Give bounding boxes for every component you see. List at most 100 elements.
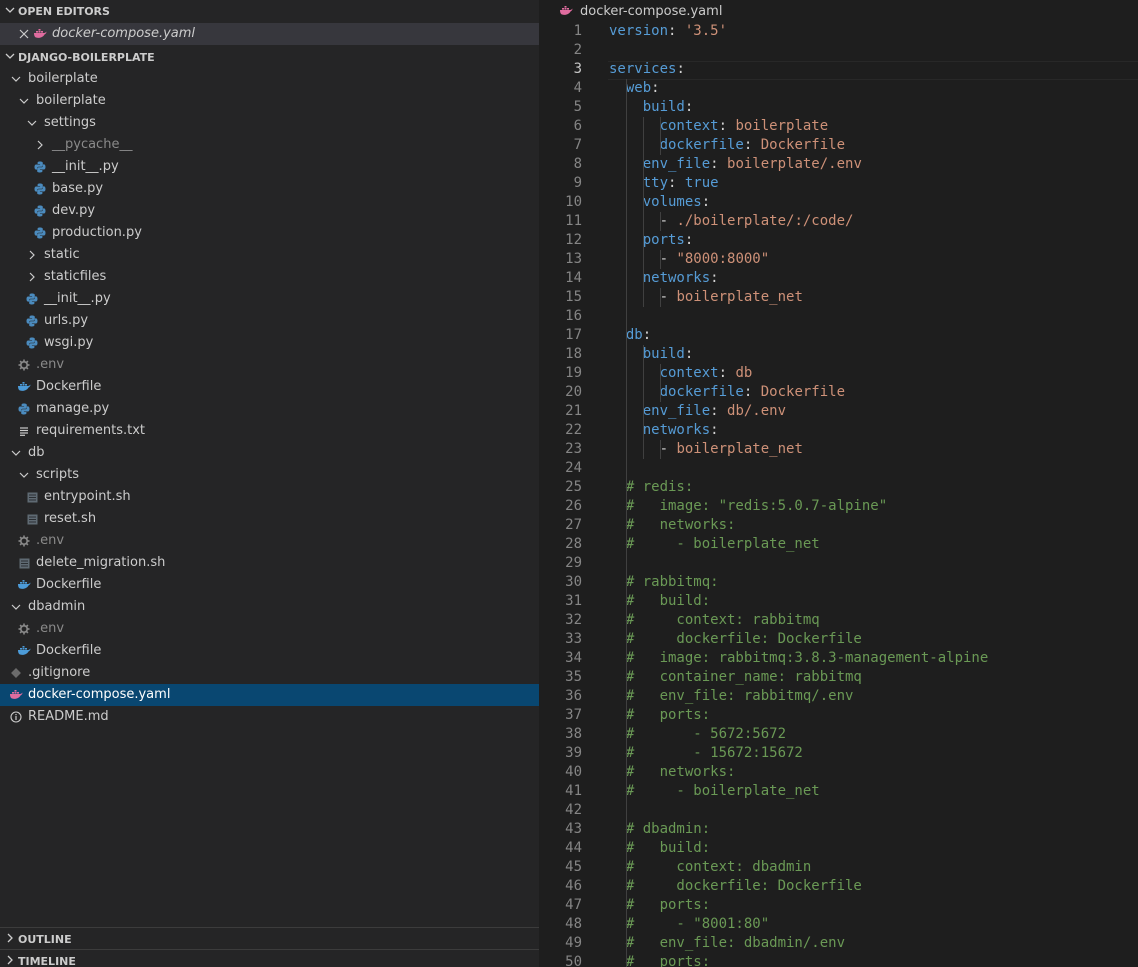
code-line[interactable]: 25 # redis:: [540, 478, 1138, 497]
code-line[interactable]: 29: [540, 554, 1138, 573]
code-line[interactable]: 22 networks:: [540, 421, 1138, 440]
code-line[interactable]: 16: [540, 307, 1138, 326]
timeline-header[interactable]: TIMELINE: [0, 950, 539, 967]
code-line[interactable]: 33 # dockerfile: Dockerfile: [540, 630, 1138, 649]
code-line[interactable]: 37 # ports:: [540, 706, 1138, 725]
file-env[interactable]: .env: [0, 618, 539, 640]
close-icon[interactable]: [16, 23, 32, 45]
file-env[interactable]: .env: [0, 530, 539, 552]
code-line[interactable]: 44 # build:: [540, 839, 1138, 858]
code-line[interactable]: 49 # env_file: dbadmin/.env: [540, 934, 1138, 953]
code-line[interactable]: 14 networks:: [540, 269, 1138, 288]
file-init-py[interactable]: __init__.py: [0, 156, 539, 178]
code-line[interactable]: 48 # - "8001:80": [540, 915, 1138, 934]
code-token: # - 5672:5672: [609, 726, 787, 742]
code-line[interactable]: 31 # build:: [540, 592, 1138, 611]
code-line[interactable]: 18 build:: [540, 345, 1138, 364]
file-dockerfile[interactable]: Dockerfile: [0, 640, 539, 662]
code-line[interactable]: 8 env_file: boilerplate/.env: [540, 155, 1138, 174]
tree-item-label: production.py: [52, 225, 142, 240]
code-line[interactable]: 35 # container_name: rabbitmq: [540, 668, 1138, 687]
file-env[interactable]: .env: [0, 354, 539, 376]
chevron-down-icon[interactable]: [8, 68, 24, 90]
code-line[interactable]: 10 volumes:: [540, 193, 1138, 212]
code-token: :: [684, 346, 694, 362]
chevron-down-icon[interactable]: [16, 90, 32, 112]
file-dockerfile[interactable]: Dockerfile: [0, 574, 539, 596]
code-line[interactable]: 23 - boilerplate_net: [540, 440, 1138, 459]
code-line[interactable]: 24: [540, 459, 1138, 478]
folder-boilerplate[interactable]: boilerplate: [0, 68, 539, 90]
folder-staticfiles[interactable]: staticfiles: [0, 266, 539, 288]
file-delete-migration-sh[interactable]: delete_migration.sh: [0, 552, 539, 574]
code-line[interactable]: 12 ports:: [540, 231, 1138, 250]
chevron-right-icon[interactable]: [32, 134, 48, 156]
code-line[interactable]: 42: [540, 801, 1138, 820]
folder-static[interactable]: static: [0, 244, 539, 266]
open-editors-header[interactable]: OPEN EDITORS: [0, 0, 539, 22]
code-line[interactable]: 40 # networks:: [540, 763, 1138, 782]
code-line[interactable]: 4 web:: [540, 79, 1138, 98]
chevron-down-icon[interactable]: [8, 442, 24, 464]
chevron-down-icon[interactable]: [16, 464, 32, 486]
file-dockerfile[interactable]: Dockerfile: [0, 376, 539, 398]
code-line[interactable]: 45 # context: dbadmin: [540, 858, 1138, 877]
code-line[interactable]: 50 # ports:: [540, 953, 1138, 967]
file-dev-py[interactable]: dev.py: [0, 200, 539, 222]
code-line[interactable]: 39 # - 15672:15672: [540, 744, 1138, 763]
code-line[interactable]: 11 - ./boilerplate/:/code/: [540, 212, 1138, 231]
open-editor-item[interactable]: docker-compose.yaml: [0, 23, 539, 45]
folder-settings[interactable]: settings: [0, 112, 539, 134]
breadcrumb[interactable]: docker-compose.yaml: [540, 0, 1138, 22]
file-production-py[interactable]: production.py: [0, 222, 539, 244]
code-line[interactable]: 46 # dockerfile: Dockerfile: [540, 877, 1138, 896]
folder-boilerplate[interactable]: boilerplate: [0, 90, 539, 112]
code-line[interactable]: 1 version: '3.5': [540, 22, 1138, 41]
file-base-py[interactable]: base.py: [0, 178, 539, 200]
folder-scripts[interactable]: scripts: [0, 464, 539, 486]
file-reset-sh[interactable]: reset.sh: [0, 508, 539, 530]
code-line[interactable]: 5 build:: [540, 98, 1138, 117]
code-line[interactable]: 41 # - boilerplate_net: [540, 782, 1138, 801]
code-line[interactable]: 26 # image: "redis:5.0.7-alpine": [540, 497, 1138, 516]
file-manage-py[interactable]: manage.py: [0, 398, 539, 420]
folder-pycache[interactable]: __pycache__: [0, 134, 539, 156]
code-line[interactable]: 28 # - boilerplate_net: [540, 535, 1138, 554]
code-line[interactable]: 36 # env_file: rabbitmq/.env: [540, 687, 1138, 706]
code-line[interactable]: 38 # - 5672:5672: [540, 725, 1138, 744]
code-line[interactable]: 7 dockerfile: Dockerfile: [540, 136, 1138, 155]
chevron-right-icon[interactable]: [24, 244, 40, 266]
folder-dbadmin[interactable]: dbadmin: [0, 596, 539, 618]
file-init-py[interactable]: __init__.py: [0, 288, 539, 310]
code-line[interactable]: 27 # networks:: [540, 516, 1138, 535]
outline-header[interactable]: OUTLINE: [0, 928, 539, 950]
code-line[interactable]: 6 context: boilerplate: [540, 117, 1138, 136]
file-requirements-txt[interactable]: requirements.txt: [0, 420, 539, 442]
code-line[interactable]: 19 context: db: [540, 364, 1138, 383]
code-line[interactable]: 2: [540, 41, 1138, 60]
file-docker-compose-yaml[interactable]: docker-compose.yaml: [0, 684, 539, 706]
file-entrypoint-sh[interactable]: entrypoint.sh: [0, 486, 539, 508]
chevron-right-icon[interactable]: [24, 266, 40, 288]
file-urls-py[interactable]: urls.py: [0, 310, 539, 332]
file-readme-md[interactable]: README.md: [0, 706, 539, 728]
code-line[interactable]: 47 # ports:: [540, 896, 1138, 915]
code-line[interactable]: 30 # rabbitmq:: [540, 573, 1138, 592]
code-line[interactable]: 20 dockerfile: Dockerfile: [540, 383, 1138, 402]
code-line[interactable]: 21 env_file: db/.env: [540, 402, 1138, 421]
file-wsgi-py[interactable]: wsgi.py: [0, 332, 539, 354]
code-line[interactable]: 9 tty: true: [540, 174, 1138, 193]
file-gitignore[interactable]: .gitignore: [0, 662, 539, 684]
chevron-down-icon[interactable]: [24, 112, 40, 134]
code-line[interactable]: 3 services:: [540, 60, 1138, 79]
code-line[interactable]: 43 # dbadmin:: [540, 820, 1138, 839]
code-line[interactable]: 32 # context: rabbitmq: [540, 611, 1138, 630]
code-line[interactable]: 34 # image: rabbitmq:3.8.3-management-al…: [540, 649, 1138, 668]
chevron-down-icon[interactable]: [8, 596, 24, 618]
project-header[interactable]: DJANGO-BOILERPLATE: [0, 46, 539, 68]
folder-db[interactable]: db: [0, 442, 539, 464]
code-editor[interactable]: docker-compose.yaml 1 version: '3.5' 2 3 ser…: [540, 0, 1138, 967]
code-line[interactable]: 13 - "8000:8000": [540, 250, 1138, 269]
code-line[interactable]: 17 db:: [540, 326, 1138, 345]
code-line[interactable]: 15 - boilerplate_net: [540, 288, 1138, 307]
